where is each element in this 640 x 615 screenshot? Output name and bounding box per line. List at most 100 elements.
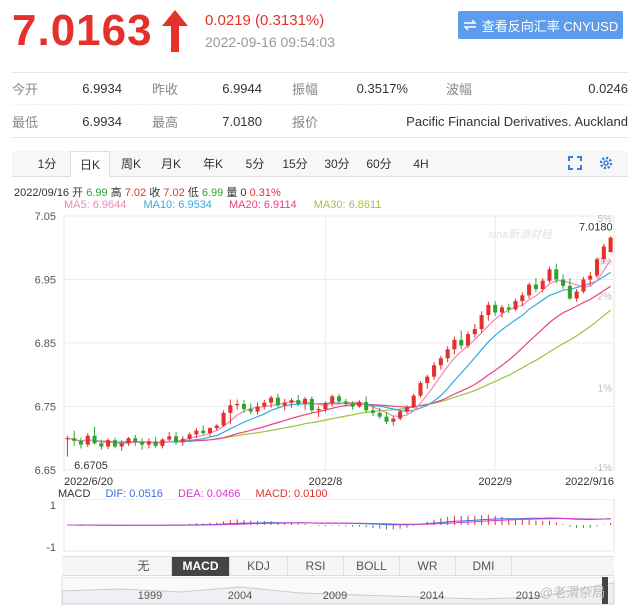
- y-tick-label: 6.95: [35, 275, 56, 287]
- candle-body: [479, 315, 484, 330]
- tab-4h[interactable]: 4H: [404, 151, 438, 177]
- macd-tick-label: 1: [50, 500, 56, 512]
- stat-value: 7.0180: [222, 113, 262, 129]
- candle: [391, 416, 396, 426]
- candle-body: [574, 291, 579, 299]
- tab-30min[interactable]: 30分: [320, 151, 354, 177]
- candle: [235, 399, 240, 410]
- candle: [106, 438, 111, 450]
- tab-kdj[interactable]: KDJ: [230, 557, 288, 576]
- tab-60min[interactable]: 60分: [362, 151, 396, 177]
- tab-yearly-k[interactable]: 年K: [196, 151, 230, 177]
- tab-none[interactable]: 无: [116, 557, 172, 576]
- swap-icon: [462, 19, 477, 31]
- candle-body: [92, 435, 97, 444]
- macd-tick-label: -1: [46, 542, 56, 554]
- gear-icon[interactable]: [598, 155, 614, 171]
- reverse-rate-button[interactable]: 查看反向汇率 CNYUSD: [458, 11, 623, 39]
- candle-body: [289, 400, 294, 403]
- price-change: 0.0219 (0.3131%): [205, 12, 325, 29]
- candle-body: [316, 409, 321, 411]
- y-axis-labels: 7.05 6.95 6.85 6.75 6.65: [35, 211, 56, 477]
- stats-row-2: 最低 6.9934 最高 7.0180 报价 Pacific Financial…: [12, 105, 628, 137]
- tab-5min[interactable]: 5分: [238, 151, 272, 177]
- extreme-labels: 7.0180 6.6705: [74, 221, 612, 472]
- candle-body: [561, 279, 566, 286]
- candle-body: [554, 269, 559, 280]
- candle: [85, 433, 90, 448]
- candle: [153, 436, 158, 448]
- tab-monthly-k[interactable]: 月K: [154, 151, 188, 177]
- up-arrow-icon: [162, 10, 188, 52]
- candle: [411, 393, 416, 409]
- fullscreen-icon[interactable]: [568, 156, 582, 170]
- kline-chart[interactable]: 7.056.956.856.756.65 5%3%2%1%-1% 2022/6/…: [0, 210, 640, 500]
- chart-grid: [63, 215, 615, 471]
- candle-body: [533, 284, 538, 290]
- candle-body: [262, 402, 267, 407]
- stat-label: 今开: [12, 82, 39, 97]
- candle-body: [411, 395, 416, 408]
- ma30-path: [67, 309, 611, 443]
- info-low-label: 低: [187, 187, 199, 199]
- candle-body: [187, 434, 192, 439]
- nav-year-label: 2004: [228, 590, 252, 602]
- tab-wr[interactable]: WR: [400, 557, 456, 576]
- tab-dmi[interactable]: DMI: [456, 557, 512, 576]
- candle-body: [513, 301, 518, 310]
- candle: [262, 400, 267, 410]
- tab-1min[interactable]: 1分: [30, 151, 64, 177]
- candle: [540, 278, 545, 293]
- x-tick-label: 2022/6/20: [64, 476, 113, 488]
- candle-body: [241, 403, 246, 410]
- reverse-rate-label: 查看反向汇率 CNYUSD: [481, 18, 619, 34]
- candle: [527, 282, 532, 299]
- candle: [112, 437, 117, 449]
- macd-chart: 1 -1: [46, 499, 615, 554]
- candle-body: [486, 304, 491, 316]
- candle: [92, 426, 97, 445]
- y-tick-label: 7.05: [35, 211, 56, 223]
- candle-body: [174, 436, 179, 443]
- candle-body: [343, 401, 348, 404]
- info-high-label: 高: [110, 187, 122, 199]
- candle: [160, 438, 165, 449]
- candle-body: [255, 406, 260, 412]
- candle: [65, 435, 70, 457]
- candle-body: [296, 400, 301, 404]
- candle-body: [201, 430, 206, 434]
- indicator-tabs: 无 MACD KDJ RSI BOLL WR DMI: [62, 556, 614, 576]
- info-close: 7.02: [163, 187, 185, 199]
- info-high: 7.02: [124, 187, 147, 199]
- candle: [78, 437, 84, 449]
- candle-body: [214, 425, 219, 429]
- info-vol-label: 量: [226, 187, 238, 199]
- candle-body: [180, 438, 185, 443]
- candle-body: [601, 246, 606, 260]
- candle-body: [330, 396, 335, 404]
- candle: [452, 336, 457, 355]
- candle-body: [350, 403, 355, 407]
- candle-body: [146, 441, 151, 445]
- tab-daily-k[interactable]: 日K: [70, 151, 110, 177]
- stat-value: 0.0246: [588, 81, 628, 96]
- tab-macd[interactable]: MACD: [172, 557, 230, 576]
- candle-body: [465, 334, 471, 346]
- tab-weekly-k[interactable]: 周K: [114, 151, 148, 177]
- tab-boll[interactable]: BOLL: [344, 557, 400, 576]
- stat-label: 振幅: [292, 82, 319, 97]
- info-close-label: 收: [149, 187, 161, 199]
- candle-body: [438, 358, 443, 366]
- y-tick-label: 6.85: [35, 338, 56, 350]
- candle-body: [112, 440, 117, 447]
- candle-body: [126, 438, 131, 444]
- tab-15min[interactable]: 15分: [278, 151, 312, 177]
- candle-body: [499, 307, 504, 313]
- tab-rsi[interactable]: RSI: [288, 557, 344, 576]
- candle-body: [99, 443, 104, 447]
- x-tick-label: 2022/9/16: [565, 476, 614, 488]
- info-date: 2022/09/16: [14, 187, 70, 199]
- candle: [207, 427, 213, 437]
- stat-value: 6.9944: [222, 81, 262, 96]
- candle-body: [207, 428, 213, 434]
